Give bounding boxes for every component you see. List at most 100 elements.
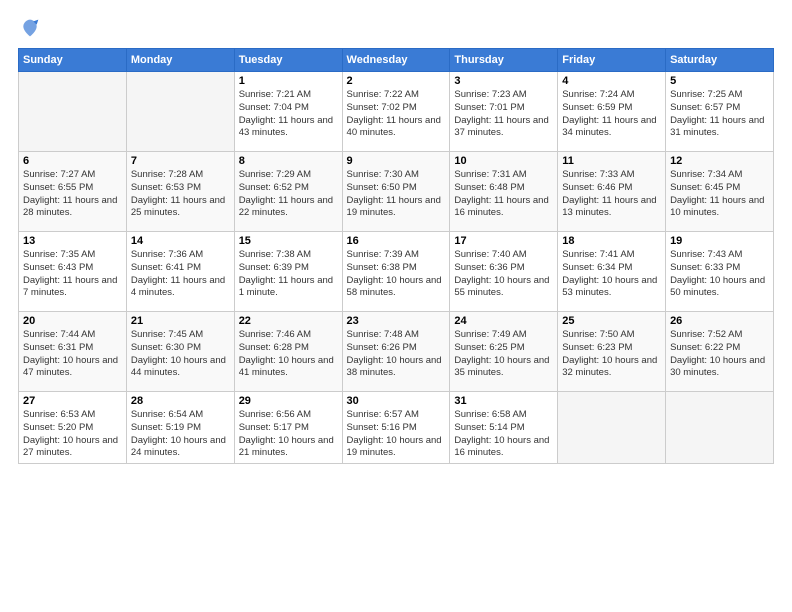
- calendar-week-row: 13Sunrise: 7:35 AM Sunset: 6:43 PM Dayli…: [19, 232, 774, 312]
- calendar-week-row: 27 Sunrise: 6:53 AM Sunset: 5:20 PM Dayli…: [19, 392, 774, 464]
- day-number: 19: [670, 235, 769, 247]
- logo: [18, 18, 40, 38]
- day-number: 23: [347, 315, 446, 327]
- day-info: Sunrise: 6:53 AM Sunset: 5:20 PM Dayligh…: [23, 409, 122, 460]
- calendar-cell: 1Sunrise: 7:21 AM Sunset: 7:04 PM Daylig…: [234, 72, 342, 152]
- calendar-week-row: 1Sunrise: 7:21 AM Sunset: 7:04 PM Daylig…: [19, 72, 774, 152]
- day-info: Sunrise: 7:31 AM Sunset: 6:48 PM Dayligh…: [454, 169, 553, 220]
- calendar-cell: 29Sunrise: 6:56 AM Sunset: 5:17 PM Dayli…: [234, 392, 342, 464]
- calendar-cell: 25 Sunrise: 7:50 AM Sunset: 6:23 PM Dayli…: [558, 312, 666, 392]
- day-number: 22: [239, 315, 338, 327]
- calendar-week-row: 20 Sunrise: 7:44 AM Sunset: 6:31 PM Dayli…: [19, 312, 774, 392]
- day-info: Sunrise: 6:56 AM Sunset: 5:17 PM Dayligh…: [239, 409, 338, 460]
- calendar-cell: 26Sunrise: 7:52 AM Sunset: 6:22 PM Dayli…: [666, 312, 774, 392]
- weekday-header: Thursday: [450, 49, 558, 72]
- calendar-cell: 20 Sunrise: 7:44 AM Sunset: 6:31 PM Dayli…: [19, 312, 127, 392]
- day-info: Sunrise: 6:54 AM Sunset: 5:19 PM Dayligh…: [131, 409, 230, 460]
- day-number: 17: [454, 235, 553, 247]
- day-number: 27: [23, 395, 122, 407]
- day-number: 15: [239, 235, 338, 247]
- calendar-cell: 2Sunrise: 7:22 AM Sunset: 7:02 PM Daylig…: [342, 72, 450, 152]
- calendar-cell: 21 Sunrise: 7:45 AM Sunset: 6:30 PM Dayli…: [126, 312, 234, 392]
- day-number: 9: [347, 155, 446, 167]
- weekday-header: Monday: [126, 49, 234, 72]
- day-info: Sunrise: 7:44 AM Sunset: 6:31 PM Dayligh…: [23, 329, 122, 380]
- day-number: 5: [670, 75, 769, 87]
- calendar-cell: 11 Sunrise: 7:33 AM Sunset: 6:46 PM Dayli…: [558, 152, 666, 232]
- day-info: Sunrise: 7:33 AM Sunset: 6:46 PM Dayligh…: [562, 169, 661, 220]
- calendar-cell: 31 Sunrise: 6:58 AM Sunset: 5:14 PM Dayli…: [450, 392, 558, 464]
- day-info: Sunrise: 7:29 AM Sunset: 6:52 PM Dayligh…: [239, 169, 338, 220]
- day-info: Sunrise: 7:50 AM Sunset: 6:23 PM Dayligh…: [562, 329, 661, 380]
- day-number: 6: [23, 155, 122, 167]
- day-info: Sunrise: 7:24 AM Sunset: 6:59 PM Dayligh…: [562, 89, 661, 140]
- calendar-cell: 15Sunrise: 7:38 AM Sunset: 6:39 PM Dayli…: [234, 232, 342, 312]
- calendar-cell: 3 Sunrise: 7:23 AM Sunset: 7:01 PM Daylig…: [450, 72, 558, 152]
- weekday-header: Sunday: [19, 49, 127, 72]
- day-number: 24: [454, 315, 553, 327]
- day-number: 3: [454, 75, 553, 87]
- day-number: 21: [131, 315, 230, 327]
- day-number: 8: [239, 155, 338, 167]
- day-info: Sunrise: 7:25 AM Sunset: 6:57 PM Dayligh…: [670, 89, 769, 140]
- day-info: Sunrise: 7:46 AM Sunset: 6:28 PM Dayligh…: [239, 329, 338, 380]
- calendar-cell: 27 Sunrise: 6:53 AM Sunset: 5:20 PM Dayli…: [19, 392, 127, 464]
- day-number: 10: [454, 155, 553, 167]
- weekday-header: Tuesday: [234, 49, 342, 72]
- day-info: Sunrise: 7:34 AM Sunset: 6:45 PM Dayligh…: [670, 169, 769, 220]
- weekday-header: Saturday: [666, 49, 774, 72]
- day-info: Sunrise: 7:35 AM Sunset: 6:43 PM Dayligh…: [23, 249, 122, 300]
- day-info: Sunrise: 7:41 AM Sunset: 6:34 PM Dayligh…: [562, 249, 661, 300]
- day-number: 28: [131, 395, 230, 407]
- calendar-cell: 28 Sunrise: 6:54 AM Sunset: 5:19 PM Dayli…: [126, 392, 234, 464]
- day-number: 12: [670, 155, 769, 167]
- day-info: Sunrise: 7:39 AM Sunset: 6:38 PM Dayligh…: [347, 249, 446, 300]
- day-info: Sunrise: 7:23 AM Sunset: 7:01 PM Dayligh…: [454, 89, 553, 140]
- calendar-cell: 14Sunrise: 7:36 AM Sunset: 6:41 PM Dayli…: [126, 232, 234, 312]
- day-info: Sunrise: 6:58 AM Sunset: 5:14 PM Dayligh…: [454, 409, 553, 460]
- day-info: Sunrise: 7:21 AM Sunset: 7:04 PM Dayligh…: [239, 89, 338, 140]
- calendar-cell: 30Sunrise: 6:57 AM Sunset: 5:16 PM Dayli…: [342, 392, 450, 464]
- day-number: 31: [454, 395, 553, 407]
- calendar-cell: 16 Sunrise: 7:39 AM Sunset: 6:38 PM Dayli…: [342, 232, 450, 312]
- day-info: Sunrise: 7:48 AM Sunset: 6:26 PM Dayligh…: [347, 329, 446, 380]
- day-info: Sunrise: 7:49 AM Sunset: 6:25 PM Dayligh…: [454, 329, 553, 380]
- calendar-cell: 22 Sunrise: 7:46 AM Sunset: 6:28 PM Dayli…: [234, 312, 342, 392]
- logo-icon: [20, 18, 40, 38]
- day-number: 25: [562, 315, 661, 327]
- day-number: 26: [670, 315, 769, 327]
- calendar-header-row: SundayMondayTuesdayWednesdayThursdayFrid…: [19, 49, 774, 72]
- day-info: Sunrise: 7:45 AM Sunset: 6:30 PM Dayligh…: [131, 329, 230, 380]
- day-info: Sunrise: 7:40 AM Sunset: 6:36 PM Dayligh…: [454, 249, 553, 300]
- calendar-cell: 10 Sunrise: 7:31 AM Sunset: 6:48 PM Dayli…: [450, 152, 558, 232]
- calendar-cell: 7 Sunrise: 7:28 AM Sunset: 6:53 PM Daylig…: [126, 152, 234, 232]
- calendar-cell: 8 Sunrise: 7:29 AM Sunset: 6:52 PM Daylig…: [234, 152, 342, 232]
- calendar-cell: 4 Sunrise: 7:24 AM Sunset: 6:59 PM Daylig…: [558, 72, 666, 152]
- calendar-cell: [126, 72, 234, 152]
- calendar-cell: 24 Sunrise: 7:49 AM Sunset: 6:25 PM Dayli…: [450, 312, 558, 392]
- day-info: Sunrise: 7:28 AM Sunset: 6:53 PM Dayligh…: [131, 169, 230, 220]
- day-number: 14: [131, 235, 230, 247]
- day-info: Sunrise: 7:43 AM Sunset: 6:33 PM Dayligh…: [670, 249, 769, 300]
- calendar-cell: 19 Sunrise: 7:43 AM Sunset: 6:33 PM Dayli…: [666, 232, 774, 312]
- weekday-header: Friday: [558, 49, 666, 72]
- calendar-week-row: 6 Sunrise: 7:27 AM Sunset: 6:55 PM Daylig…: [19, 152, 774, 232]
- day-number: 30: [347, 395, 446, 407]
- calendar-cell: 6 Sunrise: 7:27 AM Sunset: 6:55 PM Daylig…: [19, 152, 127, 232]
- day-number: 16: [347, 235, 446, 247]
- calendar-cell: 9 Sunrise: 7:30 AM Sunset: 6:50 PM Daylig…: [342, 152, 450, 232]
- calendar-cell: [19, 72, 127, 152]
- day-number: 7: [131, 155, 230, 167]
- day-info: Sunrise: 7:27 AM Sunset: 6:55 PM Dayligh…: [23, 169, 122, 220]
- day-number: 11: [562, 155, 661, 167]
- day-number: 4: [562, 75, 661, 87]
- day-info: Sunrise: 7:30 AM Sunset: 6:50 PM Dayligh…: [347, 169, 446, 220]
- day-number: 2: [347, 75, 446, 87]
- calendar-cell: [558, 392, 666, 464]
- calendar-cell: 12 Sunrise: 7:34 AM Sunset: 6:45 PM Dayli…: [666, 152, 774, 232]
- calendar-cell: 17 Sunrise: 7:40 AM Sunset: 6:36 PM Dayli…: [450, 232, 558, 312]
- day-number: 20: [23, 315, 122, 327]
- calendar-cell: 23 Sunrise: 7:48 AM Sunset: 6:26 PM Dayli…: [342, 312, 450, 392]
- calendar-cell: [666, 392, 774, 464]
- weekday-header: Wednesday: [342, 49, 450, 72]
